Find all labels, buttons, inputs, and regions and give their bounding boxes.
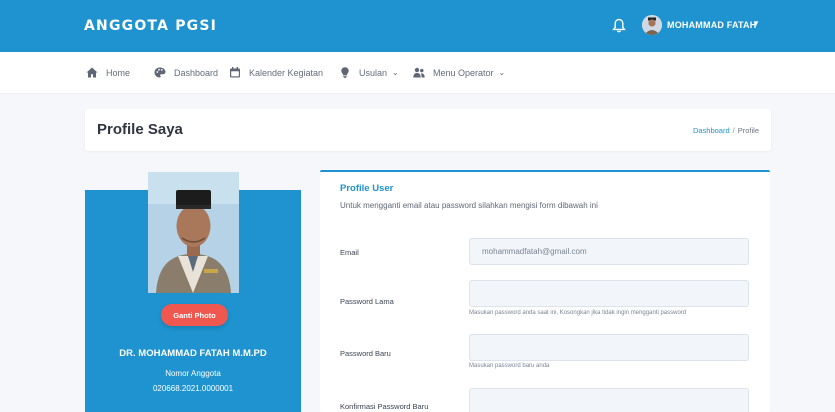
breadcrumb-dashboard-link[interactable]: Dashboard — [693, 126, 730, 135]
email-label: Email — [340, 248, 359, 257]
member-number-label: Nomor Anggota — [165, 369, 221, 378]
nav-item-kalender[interactable]: Kalender Kegiatan — [229, 67, 323, 78]
nav-item-dashboard[interactable]: Dashboard — [154, 67, 218, 78]
email-field[interactable] — [469, 238, 749, 265]
nav-label-menu-operator: Menu Operator — [433, 67, 494, 78]
nav-label-dashboard: Dashboard — [174, 67, 219, 78]
nav-label-home: Home — [106, 67, 131, 78]
page-header: Profile Saya Dashboard / Profile — [85, 109, 771, 151]
confirm-password-field[interactable] — [469, 388, 749, 412]
bell-icon[interactable] — [612, 18, 626, 34]
member-name: DR. MOHAMMAD FATAH M.M.PD — [119, 348, 267, 359]
calendar-icon — [230, 67, 240, 78]
nav-label-usulan: Usulan — [359, 67, 388, 78]
confirm-password-label: Konfirmasi Password Baru — [340, 402, 429, 411]
user-name[interactable]: MOHAMMAD FATAH — [667, 20, 756, 30]
chevron-down-icon: ⌄ — [498, 68, 506, 77]
nav-label-kalender: Kalender Kegiatan — [249, 67, 324, 78]
new-password-help: Masukan password baru anda — [469, 363, 550, 369]
new-password-label: Password Baru — [340, 349, 391, 358]
chevron-down-icon: ⌄ — [392, 68, 399, 77]
user-avatar[interactable] — [642, 15, 662, 35]
old-password-label: Password Lama — [340, 297, 394, 306]
breadcrumb-separator: / — [732, 126, 735, 135]
nav-item-menu-operator[interactable]: Menu Operator ⌄ — [413, 67, 505, 78]
brand-logo[interactable]: ANGGOTA PGSI — [84, 18, 217, 34]
nav-item-home[interactable]: Home — [86, 67, 130, 78]
palette-icon — [154, 67, 166, 78]
profile-photo — [148, 172, 239, 293]
caret-down-icon[interactable]: ▼ — [752, 19, 760, 28]
member-number: 020668.2021.0000001 — [152, 384, 234, 393]
new-password-field[interactable] — [469, 334, 749, 361]
page-title: Profile Saya — [97, 121, 183, 138]
users-icon — [413, 67, 425, 78]
form-heading: Profile User — [340, 183, 394, 194]
change-photo-button[interactable]: Ganti Photo — [161, 304, 228, 326]
old-password-help: Masukan password anda saat ini, Kosongka… — [469, 310, 687, 316]
breadcrumb-current: Profile — [737, 126, 759, 135]
form-description: Untuk mengganti email atau password sila… — [340, 201, 598, 210]
lightbulb-icon — [341, 67, 349, 78]
main-nav: Home Dashboard Kalender Kegiatan Usulan … — [0, 52, 835, 94]
top-bar: ANGGOTA PGSI MOHAMMAD FATAH ▼ — [0, 0, 835, 52]
home-icon — [86, 67, 98, 78]
nav-item-usulan[interactable]: Usulan ⌄ — [339, 67, 399, 78]
breadcrumb: Dashboard / Profile — [693, 126, 759, 135]
old-password-field[interactable] — [469, 280, 749, 307]
